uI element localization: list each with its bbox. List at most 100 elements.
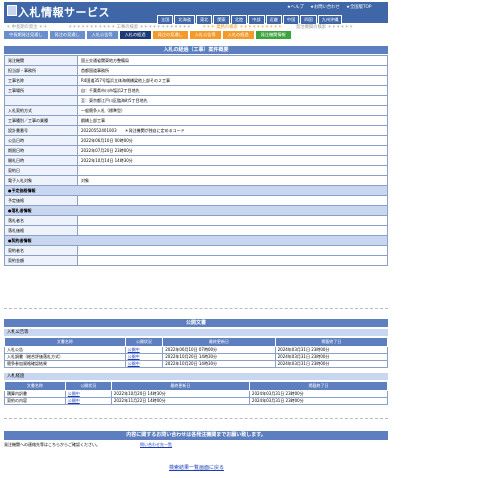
document-date: 2024年03月31日 23時00分 <box>274 353 389 361</box>
docs-column-header: 文書名称 <box>4 381 66 391</box>
document-name: 入札調書（総合評価落札方式） <box>4 353 126 361</box>
document-name: 契約の内容 <box>4 397 66 405</box>
detail-subsection-heading: ●予定価格情報 <box>4 185 388 196</box>
document-date: 2024年03月31日 23時00分 <box>248 390 389 398</box>
docs-column-header: 掲載終了日 <box>274 337 389 347</box>
detail-value: 鋼橋上部工事 <box>77 115 388 126</box>
inquiry-note: 発注機関への連絡先等はこちらからご確認ください。 <box>4 442 100 447</box>
docs-row: 契約の内容 公開中 2022年11月22日 14時00分 2024年03月31日 23… <box>4 397 389 405</box>
docs-table-notices: 文書名称 公開状況 最終更新日 掲載終了日 入札公告 公開中 2022年06月10日 07時… <box>4 337 389 368</box>
detail-row: 工事名称 R4国道357号塩浜立体海側橋梁他上部その２工事 <box>4 75 388 86</box>
open-document-link[interactable]: 公開中 <box>64 397 112 405</box>
agency-search-label: 発注機関の検索 ＊＊＊＊＊＊ <box>296 25 354 30</box>
detail-value <box>77 165 388 176</box>
tab-works-outlook[interactable]: 発注の見通し <box>49 31 85 39</box>
detail-label: 期限日時 <box>4 145 78 156</box>
docs-column-header: 最終更新日 <box>162 337 276 347</box>
detail-row: 契約金額 <box>4 255 388 266</box>
tab-works-progress[interactable]: 入札の経過 <box>119 31 151 39</box>
detail-value <box>77 245 388 256</box>
document-name: 積算内訳書 <box>4 390 66 398</box>
detail-value: 2022年07月20日 23時00分 <box>77 145 388 156</box>
section-title: 入札の経過（工事）案件概要 <box>4 46 388 54</box>
detail-row: ●契約者情報 <box>4 235 388 246</box>
document-date: 2022年10月20日 14時30分 <box>162 360 276 368</box>
detail-label: 発注機関 <box>4 55 78 66</box>
detail-row: ●予定価格情報 <box>4 185 388 196</box>
docs-row: 入札公告 公開中 2022年06月10日 07時00分 2024年03月31日 23時… <box>4 346 389 354</box>
detail-label <box>4 95 78 106</box>
detail-subsection-heading: ●契約者情報 <box>4 235 388 246</box>
detail-row: 入札契約方式 一般競争入札（標準型） <box>4 105 388 116</box>
docs-row: 積算内訳書 公開中 2022年10月20日 14時30分 2024年03月31日 23… <box>4 390 389 398</box>
detail-label: 電子入札対象 <box>4 175 78 186</box>
detail-value: 一般競争入札（標準型） <box>77 105 388 116</box>
tab-business-notices[interactable]: 入札公告等 <box>189 31 221 39</box>
detail-label: 担当部・事務所 <box>4 65 78 76</box>
detail-label: 工事種別／工事の業種 <box>4 115 78 126</box>
document-date: 2022年10月20日 14時30分 <box>162 353 276 361</box>
detail-label: 開札日時 <box>4 155 78 166</box>
tab-agency-info[interactable]: 発注機関情報 <box>255 31 291 39</box>
docs-column-header: 文書名称 <box>4 337 126 347</box>
detail-row: 落札価格 <box>4 225 388 236</box>
contact-link[interactable]: ★お問い合わせ <box>310 5 340 10</box>
docs-header-row: 文書名称 公開状況 最終更新日 掲載終了日 <box>4 337 389 347</box>
open-document-link[interactable]: 公開中 <box>124 353 164 361</box>
public-docs-title: 公開文書 <box>4 319 388 327</box>
detail-value <box>77 255 388 266</box>
docs-table-progress: 文書名称 公開状況 最終更新日 掲載終了日 積算内訳書 公開中 2022年10月20日 14… <box>4 381 389 405</box>
detail-value: 20220552401003 ＊発注機関が独自に定めるコード <box>77 125 388 136</box>
detail-subsection-heading: ●落札者情報 <box>4 205 388 216</box>
tab-business-outlook[interactable]: 発注の見通し <box>152 31 188 39</box>
docs-header-row: 文書名称 公開状況 最終更新日 掲載終了日 <box>4 381 389 391</box>
back-to-results-link[interactable]: 検索結果一覧画面に戻る <box>169 464 224 471</box>
open-document-link[interactable]: 公開中 <box>64 390 112 398</box>
tab-works-notices[interactable]: 入札公告等 <box>86 31 118 39</box>
docs-column-header: 公開状況 <box>124 337 164 347</box>
detail-label: 予定価格 <box>4 195 78 206</box>
detail-value <box>77 195 388 206</box>
docs-row: 入札調書（総合評価落札方式） 公開中 2022年10月20日 14時30分 2024年… <box>4 353 389 361</box>
business-search-label: ＊＊＊ 業務の検索 ＊＊＊＊＊＊＊＊＊＊ <box>202 25 283 30</box>
nav-tabs: 中長期発注見通し 発注の見通し 入札公告等 入札の経過 発注の見通し 入札公告等… <box>4 31 388 39</box>
detail-row: 発注機関 国土交通省関東地方整備局 <box>4 55 388 66</box>
detail-label: 設計書番号 <box>4 125 78 136</box>
national-top-link[interactable]: ★全国版TOP <box>346 5 371 10</box>
document-name: 競争参加資格確認結果 <box>4 360 126 368</box>
divider <box>4 418 388 419</box>
open-document-link[interactable]: 公開中 <box>124 360 164 368</box>
tab-long-term-outlook[interactable]: 中長期発注見通し <box>4 31 48 39</box>
search-category-row: ＊ 中長期の発注 ＊＊ ＊＊＊＊＊＊＊＊＊＊＊ 工事の検索 ＊＊＊＊＊＊＊＊＊＊… <box>4 24 388 31</box>
detail-row: 設計書番号 20220552401003 ＊発注機関が独自に定めるコード <box>4 125 388 136</box>
detail-row: 至：東京都江戸川区臨海町5丁目地先 <box>4 95 388 106</box>
help-link[interactable]: ★ヘルプ <box>287 5 304 10</box>
open-document-link[interactable]: 公開中 <box>124 346 164 354</box>
detail-label: 契約日 <box>4 165 78 176</box>
detail-value <box>77 215 388 226</box>
works-search-label: ＊＊＊＊＊＊＊＊＊＊＊ 工事の検索 ＊＊＊＊＊＊＊＊＊＊＊＊ <box>68 25 192 30</box>
contact-list-link[interactable]: 問い合わせ先一覧 <box>140 442 172 448</box>
tab-business-progress[interactable]: 入札の経過 <box>222 31 254 39</box>
detail-label: 落札価格 <box>4 225 78 236</box>
detail-row: 公告日時 2022年06月10日 00時00分 <box>4 135 388 146</box>
detail-label: 工事名称 <box>4 75 78 86</box>
detail-value: 至：東京都江戸川区臨海町5丁目地先 <box>77 95 388 106</box>
detail-value <box>77 225 388 236</box>
detail-label: 入札契約方式 <box>4 105 78 116</box>
case-detail-table: 発注機関 国土交通省関東地方整備局 担当部・事務所 首都国道事務所 工事名称 R4国道35… <box>4 55 388 266</box>
header-banner: 入札情報サービス ★ヘルプ ★お問い合わせ ★全国版TOP 全国 北海道 東北 … <box>4 2 388 25</box>
docs-column-header: 最終更新日 <box>110 381 250 391</box>
document-date: 2022年10月20日 14時30分 <box>110 390 250 398</box>
detail-row: 期限日時 2022年07月20日 23時00分 <box>4 145 388 156</box>
detail-value: R4国道357号塩浜立体海側橋梁他上部その２工事 <box>77 75 388 86</box>
detail-value: 2022年06月10日 00時00分 <box>77 135 388 146</box>
docs-group-heading: 入札公告等 <box>4 329 388 336</box>
docs-column-header: 公開状況 <box>64 381 112 391</box>
detail-row: 工事場所 自：千葉県市川市塩浜2丁目地先 <box>4 85 388 96</box>
detail-row: 電子入札対象 対象 <box>4 175 388 186</box>
document-date: 2022年06月10日 07時00分 <box>162 346 276 354</box>
detail-value: 自：千葉県市川市塩浜2丁目地先 <box>77 85 388 96</box>
inquiry-banner: 内容に関するお問い合わせは各発注機関までお願い致します。 <box>4 431 388 440</box>
detail-value: 国土交通省関東地方整備局 <box>77 55 388 66</box>
